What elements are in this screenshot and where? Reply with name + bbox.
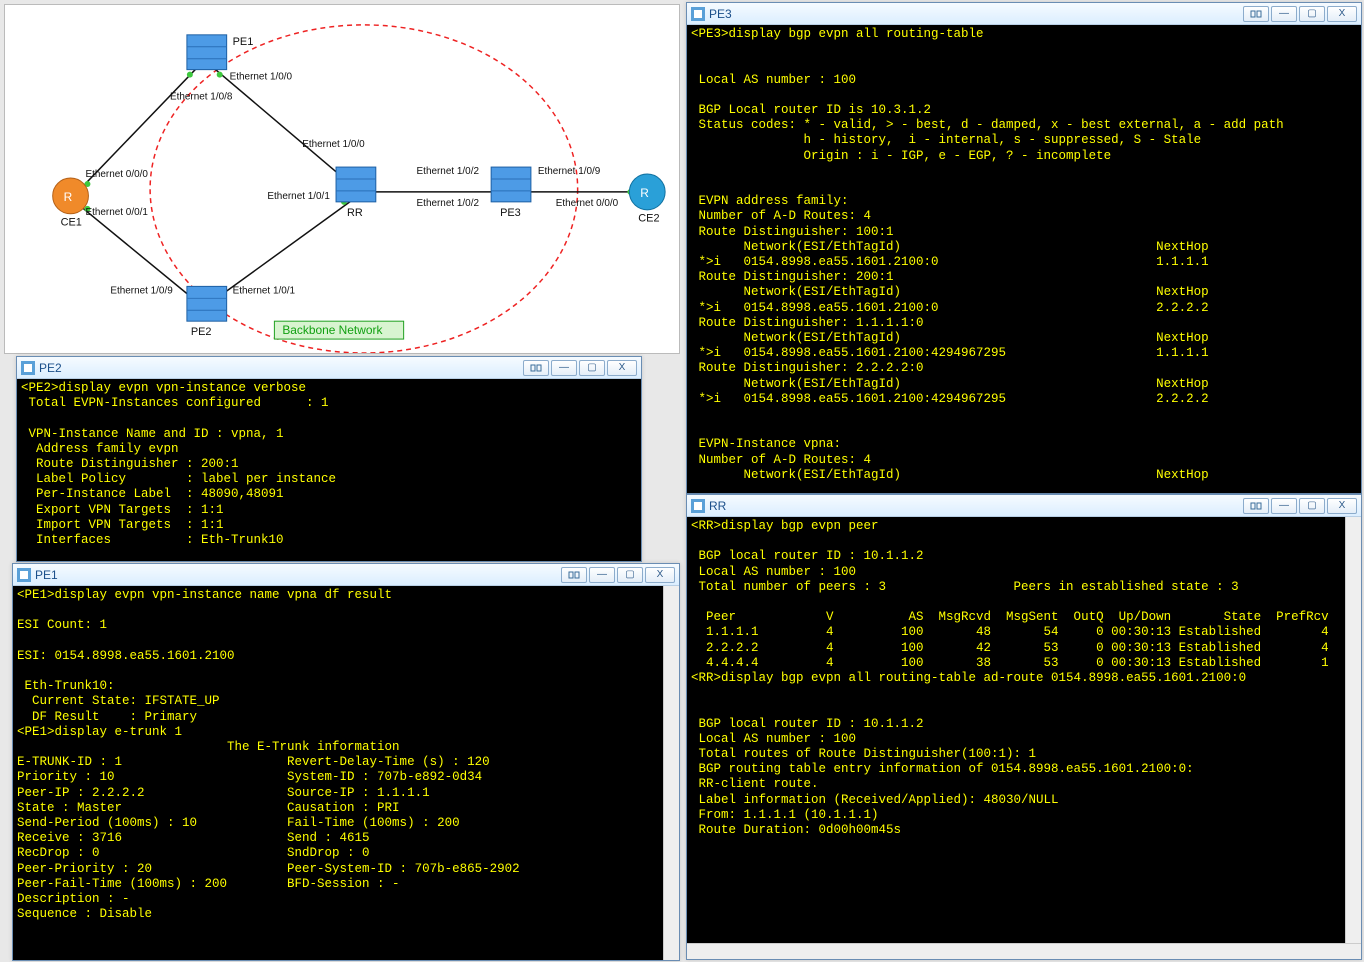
minimize-button[interactable]: — (1271, 6, 1297, 22)
app-icon (691, 499, 705, 513)
aux-button[interactable] (1243, 6, 1269, 22)
svg-text:RR: RR (347, 207, 363, 219)
node-pe3: PE3 (491, 167, 531, 219)
svg-text:Ethernet 1/0/2: Ethernet 1/0/2 (417, 198, 480, 209)
minimize-button[interactable]: — (1271, 498, 1297, 514)
close-button[interactable]: X (1327, 6, 1357, 22)
title-pe1: PE1 (35, 568, 58, 582)
maximize-button[interactable]: ▢ (1299, 498, 1325, 514)
terminal-pe3[interactable]: <PE3>display bgp evpn all routing-table … (687, 25, 1361, 493)
scrollbar-horizontal[interactable] (687, 943, 1361, 959)
title-rr: RR (709, 499, 726, 513)
maximize-button[interactable]: ▢ (579, 360, 605, 376)
aux-button[interactable] (523, 360, 549, 376)
network-diagram: R CE1 R CE2 PE1 PE2 RR PE3 Ethernet 0/0/… (4, 4, 680, 354)
node-rr: RR (336, 167, 376, 219)
svg-text:Ethernet 1/0/0: Ethernet 1/0/0 (230, 72, 293, 83)
scrollbar-vertical[interactable] (663, 586, 679, 960)
svg-text:Ethernet 1/0/1: Ethernet 1/0/1 (233, 285, 296, 296)
svg-text:Ethernet 1/0/2: Ethernet 1/0/2 (417, 166, 480, 177)
window-pe1[interactable]: PE1 — ▢ X <PE1>display evpn vpn-instance… (12, 563, 680, 961)
minimize-button[interactable]: — (551, 360, 577, 376)
svg-text:PE1: PE1 (233, 36, 254, 48)
titlebar-rr[interactable]: RR — ▢ X (687, 495, 1361, 517)
node-ce1: R CE1 (53, 178, 89, 229)
app-icon (17, 568, 31, 582)
app-icon (691, 7, 705, 21)
close-button[interactable]: X (607, 360, 637, 376)
node-pe1: PE1 (187, 35, 253, 70)
aux-button[interactable] (561, 567, 587, 583)
title-pe2: PE2 (39, 361, 62, 375)
svg-text:Ethernet 1/0/9: Ethernet 1/0/9 (538, 166, 601, 177)
svg-text:PE2: PE2 (191, 326, 212, 338)
svg-text:Ethernet 1/0/0: Ethernet 1/0/0 (302, 139, 365, 150)
terminal-pe2[interactable]: <PE2>display evpn vpn-instance verbose T… (17, 379, 641, 561)
window-pe3[interactable]: PE3 — ▢ X <PE3>display bgp evpn all rout… (686, 2, 1362, 494)
titlebar-pe3[interactable]: PE3 — ▢ X (687, 3, 1361, 25)
maximize-button[interactable]: ▢ (617, 567, 643, 583)
terminal-rr[interactable]: <RR>display bgp evpn peer BGP local rout… (687, 517, 1361, 959)
svg-text:R: R (64, 190, 73, 204)
svg-text:R: R (640, 186, 649, 200)
svg-text:Ethernet 1/0/8: Ethernet 1/0/8 (170, 91, 233, 102)
svg-text:CE2: CE2 (638, 213, 659, 225)
close-button[interactable]: X (645, 567, 675, 583)
window-pe2[interactable]: PE2 — ▢ X <PE2>display evpn vpn-instance… (16, 356, 642, 562)
node-ce2: R CE2 (629, 174, 665, 225)
titlebar-pe1[interactable]: PE1 — ▢ X (13, 564, 679, 586)
svg-text:Ethernet 0/0/0: Ethernet 0/0/0 (556, 198, 619, 209)
svg-text:Ethernet 1/0/1: Ethernet 1/0/1 (267, 191, 330, 202)
minimize-button[interactable]: — (589, 567, 615, 583)
app-icon (21, 361, 35, 375)
svg-text:PE3: PE3 (500, 207, 521, 219)
window-rr[interactable]: RR — ▢ X <RR>display bgp evpn peer BGP l… (686, 494, 1362, 960)
svg-text:Ethernet 0/0/0: Ethernet 0/0/0 (85, 169, 148, 180)
titlebar-pe2[interactable]: PE2 — ▢ X (17, 357, 641, 379)
terminal-pe1[interactable]: <PE1>display evpn vpn-instance name vpna… (13, 586, 679, 960)
scrollbar-vertical[interactable] (1345, 517, 1361, 959)
svg-text:Ethernet 0/0/1: Ethernet 0/0/1 (85, 207, 148, 218)
maximize-button[interactable]: ▢ (1299, 6, 1325, 22)
svg-text:CE1: CE1 (61, 217, 82, 229)
close-button[interactable]: X (1327, 498, 1357, 514)
title-pe3: PE3 (709, 7, 732, 21)
aux-button[interactable] (1243, 498, 1269, 514)
svg-text:Ethernet 1/0/9: Ethernet 1/0/9 (110, 285, 173, 296)
svg-text:Backbone Network: Backbone Network (282, 323, 382, 337)
node-pe2: PE2 (187, 286, 227, 338)
